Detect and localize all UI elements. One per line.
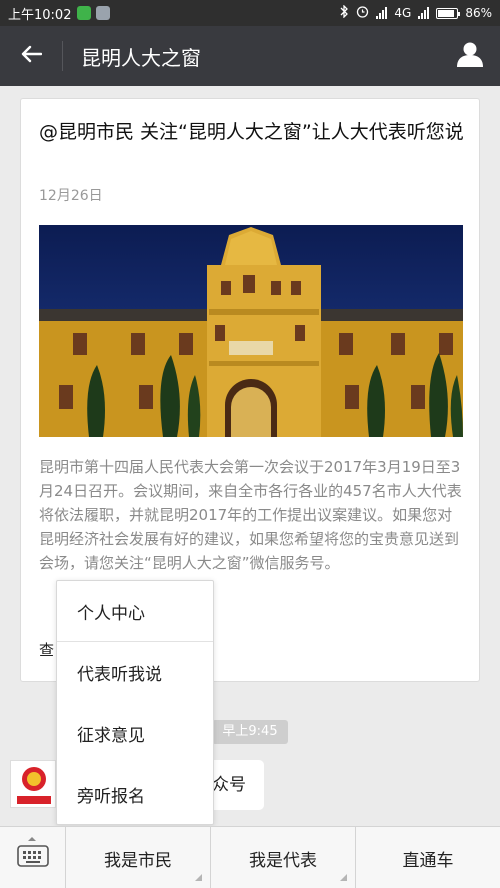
message-timestamp: 早上9:45 (212, 720, 288, 744)
bottom-menu-bar: 我是市民 我是代表 直通车 (0, 826, 500, 888)
popup-menu: 个人中心 代表听我说 征求意见 旁听报名 (56, 580, 214, 825)
bluetooth-icon (340, 4, 349, 21)
article-summary: 昆明市第十四届人民代表大会第一次会议于2017年3月19日至3月24日召开。会议… (39, 458, 462, 572)
menu-direct-train[interactable]: 直通车 (356, 827, 500, 888)
article-title: @昆明市民 关注“昆明人大之窗”让人大代表听您说 (39, 121, 464, 143)
menu-item-audit-registration[interactable]: 旁听报名 (57, 764, 213, 825)
menu-representative[interactable]: 我是代表 (211, 827, 356, 888)
article-cover-image (39, 225, 463, 437)
menu-direct-train-label: 直通车 (402, 850, 454, 871)
read-more-link[interactable]: 查 (39, 639, 54, 660)
signal-strength-icon (376, 7, 388, 19)
menu-item-representatives-listen[interactable]: 代表听我说 (57, 642, 213, 703)
menu-representative-label: 我是代表 (249, 850, 317, 871)
battery-icon (436, 7, 461, 19)
signal-strength-icon-2 (418, 7, 430, 19)
keyboard-toggle-button[interactable] (0, 827, 66, 888)
alarm-icon (356, 5, 369, 21)
message-notification-icon (96, 6, 111, 20)
status-bar: 上午10:02 4G 86% (0, 0, 500, 26)
menu-item-solicit-opinions[interactable]: 征求意见 (57, 703, 213, 764)
person-icon (456, 41, 484, 71)
submenu-indicator-icon (195, 874, 202, 881)
wechat-notification-icon (77, 6, 92, 20)
status-time: 上午10:02 (8, 7, 72, 23)
arrow-left-icon (20, 45, 43, 67)
caret-up-icon (28, 837, 36, 841)
keyboard-icon (16, 845, 49, 871)
page-title: 昆明人大之窗 (81, 45, 201, 70)
network-type: 4G (394, 6, 412, 20)
menu-citizen[interactable]: 我是市民 (66, 827, 211, 888)
menu-item-personal-center[interactable]: 个人中心 (57, 581, 213, 642)
avatar[interactable] (10, 760, 56, 808)
article-date: 12月26日 (39, 188, 103, 204)
profile-button[interactable] (440, 26, 500, 86)
battery-level (438, 9, 454, 17)
back-button[interactable] (0, 26, 62, 86)
app-header: 昆明人大之窗 (0, 26, 500, 86)
submenu-indicator-icon (340, 874, 347, 881)
battery-percent: 86% (465, 6, 492, 20)
menu-citizen-label: 我是市民 (104, 850, 172, 871)
header-divider (62, 41, 63, 71)
